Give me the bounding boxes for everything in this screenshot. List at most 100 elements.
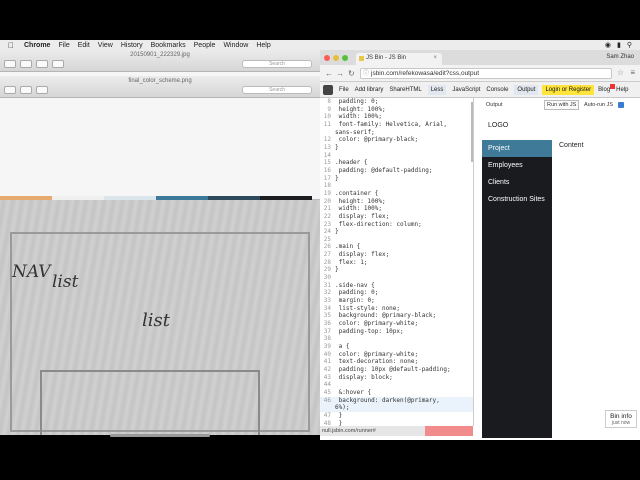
line-number: 33 xyxy=(323,297,331,305)
browser-tab[interactable]: JS Bin - JS Bin × xyxy=(356,53,442,65)
code-line[interactable]: 44 xyxy=(320,381,473,389)
code-line[interactable]: 39 a { xyxy=(320,343,473,351)
code-line[interactable]: 28 flex: 1; xyxy=(320,259,473,267)
menu-window[interactable]: Window xyxy=(223,42,248,49)
profile-name[interactable]: Sam Zhao xyxy=(606,54,634,60)
nav-item-project[interactable]: Project xyxy=(482,140,552,157)
zoom-out-icon[interactable] xyxy=(20,60,32,68)
blog-link[interactable]: Blog xyxy=(598,83,616,93)
back-arrow-icon[interactable]: ← xyxy=(325,69,333,78)
menu-help[interactable]: Help xyxy=(256,42,270,49)
code-line[interactable]: 10 width: 100%; xyxy=(320,113,473,121)
code-line[interactable]: 30 xyxy=(320,274,473,282)
code-line[interactable]: 34 list-style: none; xyxy=(320,305,473,313)
nav-item-construction-sites[interactable]: Construction Sites xyxy=(482,191,552,208)
code-line[interactable]: 36 color: @primary-white; xyxy=(320,320,473,328)
wifi-icon[interactable]: ◉ xyxy=(605,41,611,49)
zoom-window-icon[interactable] xyxy=(342,55,348,61)
login-register-button[interactable]: Login or Register xyxy=(542,84,595,95)
close-window-icon[interactable] xyxy=(324,55,330,61)
bookmark-star-icon[interactable]: ☆ xyxy=(617,68,624,77)
code-line[interactable]: 17} xyxy=(320,175,473,183)
run-with-js-button[interactable]: Run with JS xyxy=(544,100,580,110)
code-line[interactable]: sans-serif; xyxy=(320,129,473,137)
code-line[interactable]: 41 text-decoration: none; xyxy=(320,358,473,366)
code-line[interactable]: 35 background: @primary-black; xyxy=(320,312,473,320)
code-line[interactable]: 27 display: flex; xyxy=(320,251,473,259)
code-line[interactable]: 25 xyxy=(320,236,473,244)
menu-bookmarks[interactable]: Bookmarks xyxy=(151,42,186,49)
spotlight-icon[interactable]: ⚲ xyxy=(627,41,632,49)
auto-run-checkbox[interactable] xyxy=(618,102,624,108)
bin-info-button[interactable]: Bin info just now xyxy=(605,410,637,428)
code-line[interactable]: 32 padding: 0; xyxy=(320,289,473,297)
nav-item-clients[interactable]: Clients xyxy=(482,174,552,191)
code-line[interactable]: 24} xyxy=(320,228,473,236)
jsbin-toolbar: File Add library ShareHTML Less JavaScri… xyxy=(320,82,640,98)
less-code-editor[interactable]: 8 padding: 0; 9 height: 100%; 10 width: 10… xyxy=(320,98,473,426)
code-line[interactable]: 23 flex-direction: column; xyxy=(320,221,473,229)
toolbar-add-library[interactable]: Add library xyxy=(355,87,384,93)
code-line[interactable]: 45 &:hover { xyxy=(320,389,473,397)
code-line[interactable]: 38 xyxy=(320,335,473,343)
rotate-icon[interactable] xyxy=(20,86,32,94)
code-line[interactable]: 11 font-family: Helvetica, Arial, xyxy=(320,121,473,129)
forward-arrow-icon[interactable]: → xyxy=(336,69,344,78)
toolbar-javascript-tab[interactable]: JavaScript xyxy=(452,87,480,93)
code-line[interactable]: 12 color: @primary-black; xyxy=(320,136,473,144)
code-line[interactable]: 20 height: 100%; xyxy=(320,198,473,206)
jsbin-logo-icon[interactable] xyxy=(323,84,333,95)
code-text: .container { xyxy=(335,189,379,197)
menu-view[interactable]: View xyxy=(98,42,113,49)
nav-item-employees[interactable]: Employees xyxy=(482,157,552,174)
menu-edit[interactable]: Edit xyxy=(78,42,90,49)
menu-history[interactable]: History xyxy=(121,42,143,49)
code-line[interactable]: 22 display: flex; xyxy=(320,213,473,221)
code-line[interactable]: 26 .main { xyxy=(320,243,473,251)
code-line[interactable]: 33 margin: 0; xyxy=(320,297,473,305)
share-icon[interactable] xyxy=(52,60,64,68)
code-line[interactable]: 9 height: 100%; xyxy=(320,106,473,114)
menu-file[interactable]: File xyxy=(58,42,69,49)
markup-icon[interactable] xyxy=(36,86,48,94)
page-info-icon[interactable]: ⓘ xyxy=(363,69,369,79)
toolbar-less-tab[interactable]: Less xyxy=(427,84,447,95)
code-line[interactable]: 42 padding: 10px @default-padding; xyxy=(320,366,473,374)
code-line[interactable]: 14 xyxy=(320,152,473,160)
code-line[interactable]: 19 .container { xyxy=(320,190,473,198)
code-line[interactable]: 13} xyxy=(320,144,473,152)
share-icon[interactable] xyxy=(4,86,16,94)
code-line[interactable]: 6%); xyxy=(320,404,473,412)
help-link[interactable]: Help xyxy=(616,87,628,93)
reload-icon[interactable]: ↻ xyxy=(348,69,355,78)
toolbar-output-tab[interactable]: Output xyxy=(514,84,539,95)
preview-search-top[interactable]: Search xyxy=(242,60,312,68)
code-line[interactable]: 40 color: @primary-white; xyxy=(320,351,473,359)
sidebar-toggle-icon[interactable] xyxy=(4,60,16,68)
menu-people[interactable]: People xyxy=(194,42,216,49)
horizontal-scrollbar[interactable] xyxy=(110,434,210,437)
url-bar[interactable]: ⓘ jsbin.com/refekowasa/edit?css,output xyxy=(360,68,612,79)
code-line[interactable]: 29} xyxy=(320,266,473,274)
code-line[interactable]: 37 padding-top: 10px; xyxy=(320,328,473,336)
toolbar-file[interactable]: File xyxy=(339,87,349,93)
chrome-menu-icon[interactable]: ≡ xyxy=(630,68,635,77)
battery-icon[interactable]: ▮ xyxy=(617,41,621,49)
code-line[interactable]: 18 xyxy=(320,182,473,190)
code-line[interactable]: 15 .header { xyxy=(320,159,473,167)
toolbar-share-html[interactable]: ShareHTML xyxy=(389,87,421,93)
code-line[interactable]: 8 padding: 0; xyxy=(320,98,473,106)
code-line[interactable]: 43 display: block; xyxy=(320,374,473,382)
code-line[interactable]: 47 } xyxy=(320,412,473,420)
minimize-window-icon[interactable] xyxy=(333,55,339,61)
close-tab-icon[interactable]: × xyxy=(433,55,437,61)
toolbar-console-tab[interactable]: Console xyxy=(486,87,508,93)
code-line[interactable]: 46 background: darken(@primary, xyxy=(320,396,473,405)
menu-app-name[interactable]: Chrome xyxy=(24,42,50,49)
zoom-in-icon[interactable] xyxy=(36,60,48,68)
code-line[interactable]: 21 width: 100%; xyxy=(320,205,473,213)
apple-icon[interactable]:  xyxy=(8,41,18,50)
preview-search-bottom[interactable]: Search xyxy=(242,86,312,94)
code-line[interactable]: 16 padding: @default-padding; xyxy=(320,167,473,175)
code-line[interactable]: 31 .side-nav { xyxy=(320,282,473,290)
